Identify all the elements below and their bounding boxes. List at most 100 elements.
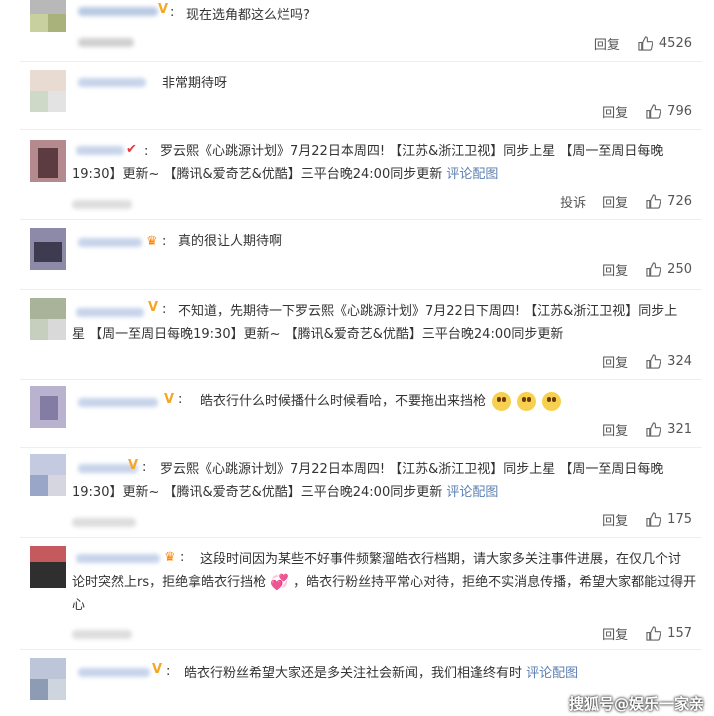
like-button[interactable]: 324 bbox=[646, 354, 692, 369]
thumbs-up-icon bbox=[646, 354, 662, 369]
comment-image-link[interactable]: 评论配图 bbox=[446, 485, 498, 500]
watermark: 搜狐号@娱乐一家亲 bbox=[568, 695, 704, 713]
like-button[interactable]: 796 bbox=[646, 104, 692, 119]
verified-icon: V bbox=[164, 392, 175, 407]
comment-text-line1: 这段时间因为某些不好事件频繁溜皓衣行档期，请大家多关注事件进展，在仅几个讨 bbox=[200, 552, 682, 567]
username-blurred[interactable] bbox=[76, 308, 144, 317]
comment-text: 非常期待呀 bbox=[162, 76, 228, 91]
comment-text-body: 皓衣行什么时候播什么时候看哈，不要拖出来挡枪 bbox=[200, 394, 487, 409]
avatar[interactable] bbox=[30, 228, 66, 270]
comment-1: V : 现在选角都这么烂吗? 回复 4526 bbox=[0, 0, 714, 62]
comment-text: 现在选角都这么烂吗? bbox=[186, 8, 310, 23]
timestamp-blurred bbox=[72, 200, 132, 209]
comment-text-line1: 不知道，先期待一下罗云熙《心跳源计划》7月22日下周四! 【江苏&浙江卫视】同步… bbox=[178, 304, 678, 319]
like-count: 324 bbox=[667, 354, 692, 369]
comment-text-cont: ，皓衣行粉丝持平常心对待，拒绝不实消息传播，希望大家都能过得开 bbox=[293, 575, 697, 590]
comment-image-link[interactable]: 评论配图 bbox=[526, 666, 578, 681]
comment-text: 论时突然上rs，拒绝拿皓衣行挡枪 bbox=[72, 575, 267, 590]
like-count: 796 bbox=[667, 104, 692, 119]
comment-8: ♛ : 这段时间因为某些不好事件频繁溜皓衣行档期，请大家多关注事件进展，在仅几个… bbox=[0, 538, 714, 650]
comment-4: ♛ : 真的很让人期待啊 回复 250 bbox=[0, 220, 714, 290]
comment-text-line2: 19:30】更新~ 【腾讯&爱奇艺&优酷】三平台晚24:00同步更新 评论配图 bbox=[72, 163, 498, 186]
verified-icon: V bbox=[128, 458, 139, 473]
comment-actions: 回复 4526 bbox=[568, 34, 692, 53]
avatar[interactable] bbox=[30, 546, 66, 588]
username-blurred[interactable] bbox=[78, 78, 146, 87]
like-button[interactable]: 726 bbox=[646, 194, 692, 209]
verified-icon: V bbox=[148, 300, 159, 315]
like-button[interactable]: 157 bbox=[646, 626, 692, 641]
reply-button[interactable]: 回复 bbox=[602, 420, 628, 439]
like-button[interactable]: 4526 bbox=[638, 36, 692, 51]
reply-button[interactable]: 回复 bbox=[594, 34, 620, 53]
reply-button[interactable]: 回复 bbox=[602, 192, 628, 211]
timestamp-blurred bbox=[78, 38, 134, 47]
thumbs-up-icon bbox=[646, 104, 662, 119]
comment-5: V : 不知道，先期待一下罗云熙《心跳源计划》7月22日下周四! 【江苏&浙江卫… bbox=[0, 290, 714, 380]
username-blurred[interactable] bbox=[78, 238, 142, 247]
comment-text-body: 皓衣行粉丝希望大家还是多关注社会新闻，我们相逢终有时 bbox=[184, 666, 523, 681]
avatar[interactable] bbox=[30, 454, 66, 496]
avatar[interactable] bbox=[30, 386, 66, 428]
reply-button[interactable]: 回复 bbox=[602, 510, 628, 529]
verified-icon: ✔ bbox=[126, 142, 137, 157]
like-count: 4526 bbox=[658, 36, 692, 51]
avatar[interactable] bbox=[30, 70, 66, 112]
comment-actions: 回复 157 bbox=[576, 624, 692, 643]
worried-emoji-icon bbox=[492, 392, 512, 411]
comment-text-line2: 论时突然上rs，拒绝拿皓衣行挡枪 💞 ，皓衣行粉丝持平常心对待，拒绝不实消息传播… bbox=[72, 571, 696, 594]
comment-actions: 回复 796 bbox=[576, 102, 692, 121]
verified-icon: V bbox=[152, 662, 163, 677]
thumbs-up-icon bbox=[646, 194, 662, 209]
comment-text: 19:30】更新~ 【腾讯&爱奇艺&优酷】三平台晚24:00同步更新 bbox=[72, 167, 443, 182]
thumbs-up-icon bbox=[646, 626, 662, 641]
comment-text: 19:30】更新~ 【腾讯&爱奇艺&优酷】三平台晚24:00同步更新 bbox=[72, 485, 443, 500]
colon: : bbox=[170, 5, 175, 20]
like-count: 726 bbox=[667, 194, 692, 209]
comment-actions: 回复 321 bbox=[576, 420, 692, 439]
avatar[interactable] bbox=[30, 298, 66, 340]
like-button[interactable]: 321 bbox=[646, 422, 692, 437]
timestamp-blurred bbox=[72, 630, 132, 639]
avatar[interactable] bbox=[30, 0, 66, 32]
reply-button[interactable]: 回复 bbox=[602, 102, 628, 121]
avatar[interactable] bbox=[30, 140, 66, 182]
comment-6: V : 皓衣行什么时候播什么时候看哈，不要拖出来挡枪 回复 321 bbox=[0, 380, 714, 448]
comment-text: 皓衣行粉丝希望大家还是多关注社会新闻，我们相逢终有时 评论配图 bbox=[184, 662, 578, 685]
crown-badge-icon: ♛ bbox=[146, 234, 158, 249]
colon: : bbox=[142, 460, 147, 475]
comment-image-link[interactable]: 评论配图 bbox=[446, 167, 498, 182]
username-blurred[interactable] bbox=[78, 668, 150, 677]
reply-button[interactable]: 回复 bbox=[602, 624, 628, 643]
comment-3: ✔ : 罗云熙《心跳源计划》7月22日本周四! 【江苏&浙江卫视】同步上星 【周… bbox=[0, 130, 714, 220]
comment-actions: 投诉 回复 726 bbox=[534, 192, 692, 211]
reply-button[interactable]: 回复 bbox=[602, 260, 628, 279]
colon: : bbox=[178, 392, 183, 407]
like-count: 321 bbox=[667, 422, 692, 437]
comment-actions: 回复 175 bbox=[576, 510, 692, 529]
colon: : bbox=[166, 664, 171, 679]
report-button[interactable]: 投诉 bbox=[560, 192, 586, 211]
like-count: 250 bbox=[667, 262, 692, 277]
comment-text-line3: 心 bbox=[72, 598, 86, 613]
username-blurred[interactable] bbox=[78, 7, 158, 16]
colon: : bbox=[162, 302, 167, 317]
username-blurred[interactable] bbox=[76, 554, 160, 563]
username-blurred[interactable] bbox=[78, 398, 158, 407]
comment-text: 真的很让人期待啊 bbox=[178, 234, 283, 249]
comment-text-line1: 罗云熙《心跳源计划》7月22日本周四! 【江苏&浙江卫视】同步上星 【周一至周日… bbox=[160, 144, 664, 159]
like-button[interactable]: 175 bbox=[646, 512, 692, 527]
reply-button[interactable]: 回复 bbox=[602, 352, 628, 371]
like-count: 175 bbox=[667, 512, 692, 527]
worried-emoji-icon bbox=[542, 392, 562, 411]
colon: : bbox=[144, 144, 149, 159]
avatar[interactable] bbox=[30, 658, 66, 700]
like-button[interactable]: 250 bbox=[646, 262, 692, 277]
comment-text-line1: 罗云熙《心跳源计划》7月22日本周四! 【江苏&浙江卫视】同步上星 【周一至周日… bbox=[160, 462, 664, 477]
comment-actions: 回复 324 bbox=[576, 352, 692, 371]
timestamp-blurred bbox=[72, 518, 136, 527]
comment-text-line2: 星 【周一至周日每晚19:30】更新~ 【腾讯&爱奇艺&优酷】三平台晚24:00… bbox=[72, 327, 564, 342]
thumbs-up-icon bbox=[646, 422, 662, 437]
username-blurred[interactable] bbox=[76, 146, 124, 155]
colon: : bbox=[162, 234, 167, 249]
